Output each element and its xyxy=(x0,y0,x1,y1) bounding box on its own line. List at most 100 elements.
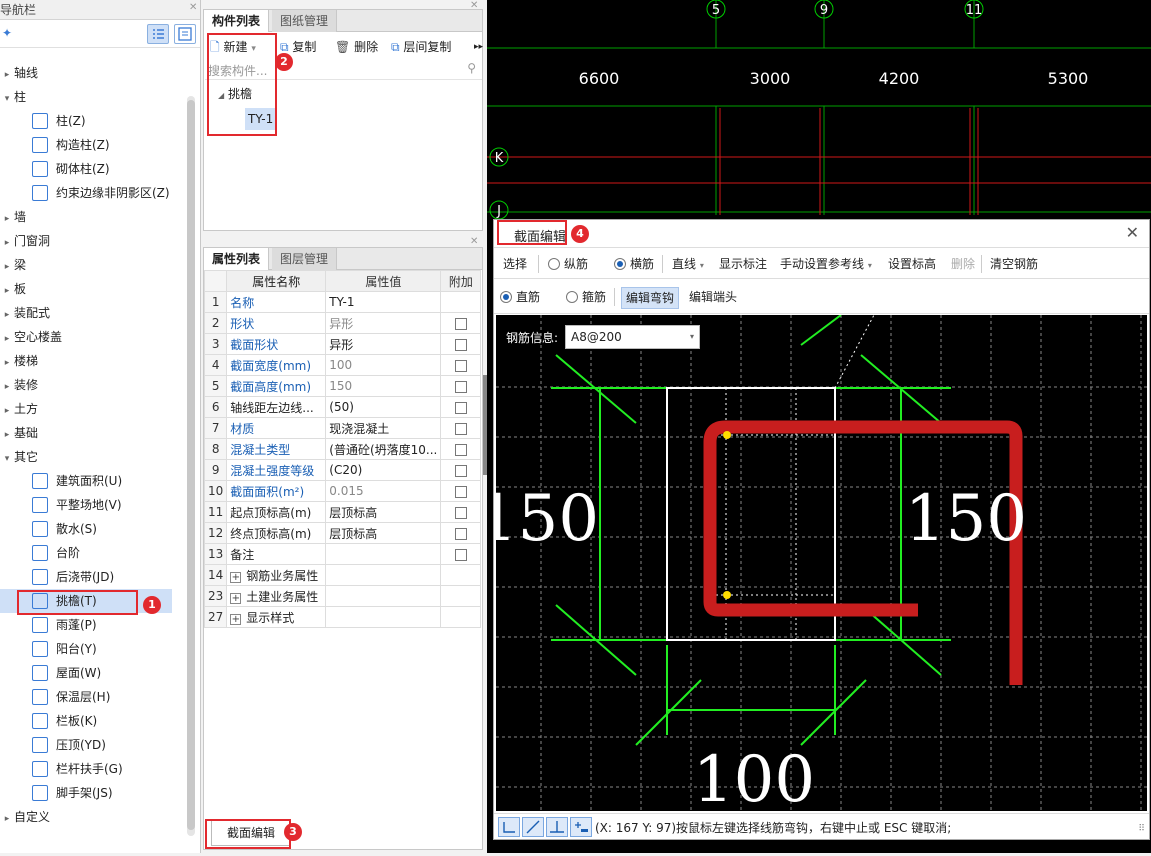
attribute-value[interactable] xyxy=(325,564,442,586)
pin-icon[interactable]: ✦ xyxy=(2,26,12,40)
chevron-right-icon[interactable]: ▸ xyxy=(0,231,14,255)
nav-item[interactable]: 阳台(Y) xyxy=(0,637,97,661)
checkbox[interactable] xyxy=(454,464,467,477)
section-edit-button[interactable]: 截面编辑 xyxy=(211,820,291,846)
panel-close-icon[interactable]: ✕ xyxy=(470,0,478,11)
nav-group-10[interactable]: ▸ 土方 xyxy=(0,397,38,421)
delete-button[interactable]: 🗑 删除 xyxy=(335,37,378,57)
attribute-value[interactable] xyxy=(325,585,442,607)
attribute-value[interactable]: (C20) xyxy=(325,459,442,481)
attribute-row[interactable]: 9 混凝土强度等级 (C20) xyxy=(203,459,482,481)
nav-item[interactable]: 压顶(YD) xyxy=(0,733,106,757)
nav-group-0[interactable]: ▸ 轴线 xyxy=(0,61,38,85)
show-dimension-button[interactable]: 显示标注 xyxy=(719,254,767,274)
chevron-right-icon[interactable]: ▸ xyxy=(0,303,14,327)
nav-item[interactable]: 保温层(H) xyxy=(0,685,110,709)
chevron-right-icon[interactable]: ▸ xyxy=(0,423,14,447)
checkbox[interactable] xyxy=(454,443,467,456)
nav-group-7[interactable]: ▸ 空心楼盖 xyxy=(0,325,62,349)
rebar-info-select[interactable]: A8@200 ▾ xyxy=(565,325,700,349)
snap-endpoint-icon[interactable] xyxy=(498,817,520,837)
nav-item[interactable]: 散水(S) xyxy=(0,517,97,541)
nav-item[interactable]: 约束边缘非阴影区(Z) xyxy=(0,181,170,205)
attribute-row[interactable]: 2 形状 异形 xyxy=(203,312,482,334)
radio-longitudinal[interactable]: 纵筋 xyxy=(548,254,588,274)
nav-item[interactable]: 台阶 xyxy=(0,541,80,565)
attribute-value[interactable]: 100 xyxy=(325,354,442,376)
radio-transverse[interactable]: 横筋 xyxy=(614,254,654,274)
attribute-row[interactable]: 23 + 土建业务属性 xyxy=(203,585,482,607)
delete-button-disabled[interactable]: 删除 xyxy=(951,254,975,274)
line-dropdown[interactable]: 直线 ▾ xyxy=(672,254,704,276)
checkbox[interactable] xyxy=(454,338,467,351)
chevron-right-icon[interactable]: ▸ xyxy=(0,279,14,303)
attribute-value[interactable]: (50) xyxy=(325,396,442,418)
attribute-row[interactable]: 1 名称 TY-1 xyxy=(203,291,482,313)
attribute-value[interactable] xyxy=(325,543,442,565)
checkbox[interactable] xyxy=(454,527,467,540)
chevron-right-icon[interactable]: ▸ xyxy=(0,327,14,351)
chevron-right-icon[interactable]: ▸ xyxy=(0,375,14,399)
nav-item[interactable]: 砌体柱(Z) xyxy=(0,157,110,181)
radio-straight-bar[interactable]: 直筋 xyxy=(500,287,540,307)
checkbox[interactable] xyxy=(454,359,467,372)
attribute-row[interactable]: 13 备注 xyxy=(203,543,482,565)
snap-perpendicular-icon[interactable] xyxy=(546,817,568,837)
attribute-value[interactable]: TY-1 xyxy=(325,291,442,313)
attribute-value[interactable]: 现浇混凝土 xyxy=(325,417,442,439)
chevron-right-icon[interactable]: ▸ xyxy=(0,207,14,231)
attribute-row[interactable]: 12 终点顶标高(m) 层顶标高 xyxy=(203,522,482,544)
attribute-value[interactable]: 层顶标高 xyxy=(325,501,442,523)
tab-attribute-list[interactable]: 属性列表 xyxy=(204,248,270,270)
floor-copy-button[interactable]: ⧉ 层间复制 xyxy=(391,37,451,57)
nav-item[interactable]: 雨蓬(P) xyxy=(0,613,97,637)
tree-group-eave[interactable]: ◢ 挑檐 xyxy=(218,85,252,102)
attribute-row[interactable]: 3 截面形状 异形 xyxy=(203,333,482,355)
expand-plus-icon[interactable]: + xyxy=(230,592,242,604)
attr-close-icon[interactable]: ✕ xyxy=(470,236,478,247)
rebar-path[interactable] xyxy=(703,420,1023,685)
nav-group-13[interactable]: ▸ 自定义 xyxy=(0,805,50,829)
detail-view-icon[interactable] xyxy=(174,24,196,44)
new-button[interactable]: 🗋 新建 ▾ xyxy=(210,37,256,59)
chevron-right-icon[interactable]: ▸ xyxy=(0,351,14,375)
nav-item[interactable]: 建筑面积(U) xyxy=(0,469,122,493)
chevron-right-icon[interactable]: ▸ xyxy=(0,399,14,423)
resize-grip-icon[interactable]: ⠿ xyxy=(1138,824,1145,834)
tab-layer-management[interactable]: 图层管理 xyxy=(272,248,338,270)
nav-group-5[interactable]: ▸ 板 xyxy=(0,277,26,301)
attribute-value[interactable]: (普通砼(坍落度10... xyxy=(325,438,442,460)
chevron-down-icon[interactable]: ▾ xyxy=(0,87,14,111)
checkbox[interactable] xyxy=(454,317,467,330)
attribute-row[interactable]: 11 起点顶标高(m) 层顶标高 xyxy=(203,501,482,523)
rebar-hook-point-top[interactable] xyxy=(723,431,731,439)
attribute-row[interactable]: 7 材质 现浇混凝土 xyxy=(203,417,482,439)
reference-line-dropdown[interactable]: 手动设置参考线 ▾ xyxy=(780,254,872,276)
section-drawing-area[interactable]: 150 150 100 钢筋信息: A8@200 ▾ xyxy=(496,315,1147,811)
attribute-value[interactable]: 异形 xyxy=(325,333,442,355)
snap-midpoint-icon[interactable] xyxy=(570,817,592,837)
expand-plus-icon[interactable]: + xyxy=(230,613,242,625)
nav-group-9[interactable]: ▸ 装修 xyxy=(0,373,38,397)
nav-group-11[interactable]: ▸ 基础 xyxy=(0,421,38,445)
checkbox[interactable] xyxy=(454,506,467,519)
nav-group-2[interactable]: ▸ 墙 xyxy=(0,205,26,229)
search-icon[interactable]: ⚲ xyxy=(467,61,476,75)
nav-close-icon[interactable]: ✕ xyxy=(189,2,197,13)
radio-stirrup[interactable]: 箍筋 xyxy=(566,287,606,307)
close-icon[interactable]: ✕ xyxy=(1126,223,1139,242)
checkbox[interactable] xyxy=(454,548,467,561)
select-tool[interactable]: 选择 xyxy=(503,254,527,274)
nav-group-3[interactable]: ▸ 门窗洞 xyxy=(0,229,50,253)
nav-item[interactable]: 平整场地(V) xyxy=(0,493,122,517)
chevron-down-icon[interactable]: ▾ xyxy=(0,447,14,471)
tree-item-ty1[interactable]: TY-1 xyxy=(245,108,277,130)
nav-group-12[interactable]: ▾ 其它 xyxy=(0,445,38,469)
expand-plus-icon[interactable]: + xyxy=(230,571,242,583)
checkbox[interactable] xyxy=(454,401,467,414)
attribute-row[interactable]: 4 截面宽度(mm) 100 xyxy=(203,354,482,376)
nav-item[interactable]: 栏板(K) xyxy=(0,709,97,733)
checkbox[interactable] xyxy=(454,485,467,498)
attribute-row[interactable]: 27 + 显示样式 xyxy=(203,606,482,628)
list-view-icon[interactable] xyxy=(147,24,169,44)
